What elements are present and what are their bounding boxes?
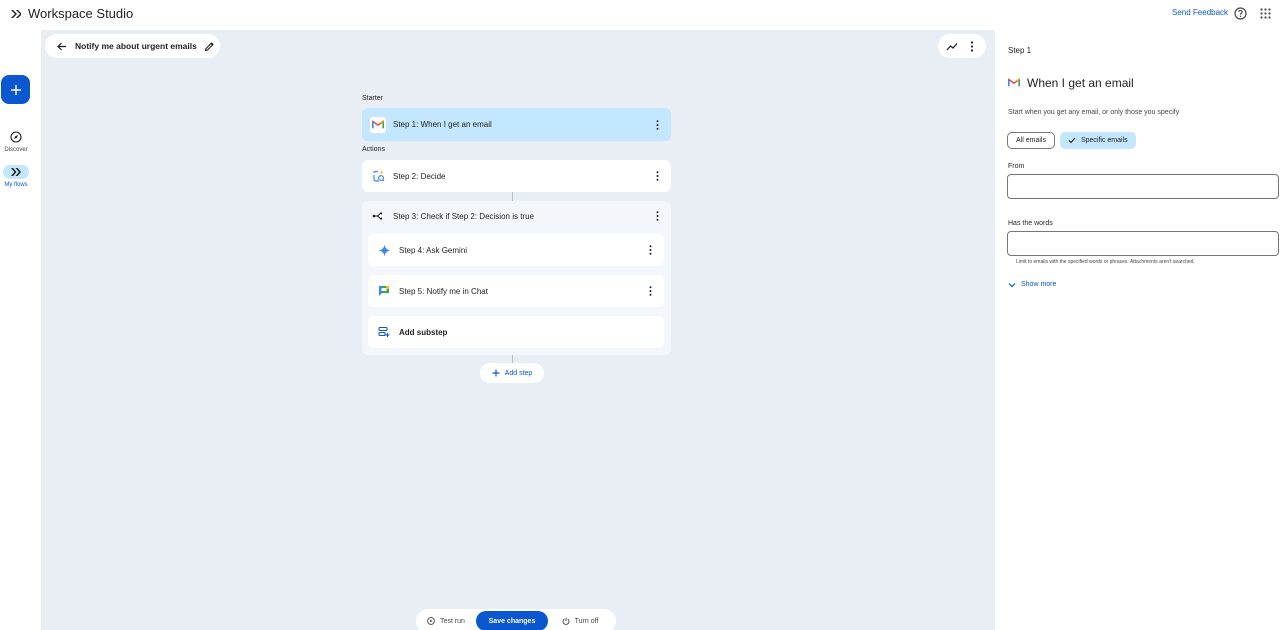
turn-off-button[interactable]: Turn off (548, 611, 612, 630)
all-emails-chip[interactable]: All emails (1007, 132, 1055, 149)
send-feedback-link[interactable]: Send Feedback (1172, 8, 1228, 17)
play-circle-icon (427, 617, 435, 625)
step-prefix: Step 3: (393, 211, 419, 221)
plus-icon (492, 369, 500, 377)
arrow-back-icon (56, 42, 66, 50)
help-icon[interactable] (1234, 7, 1247, 20)
add-substep-icon (376, 324, 392, 340)
step-label: Step 2: Decide (393, 172, 446, 181)
show-more-label: Show more (1021, 281, 1057, 288)
activity-chart-icon[interactable] (943, 37, 961, 55)
specific-emails-chip[interactable]: Specific emails (1059, 132, 1136, 149)
email-filter-chips: All emails Specific emails (1007, 132, 1136, 149)
step-details-panel: Step 1 When I get an email Start when yo… (996, 34, 1280, 630)
step-card-1[interactable]: Step 1: When I get an email (362, 108, 671, 141)
step-more-icon[interactable] (653, 119, 661, 131)
step-card-4[interactable]: Step 4: Ask Gemini (368, 234, 664, 266)
has-words-field[interactable] (1007, 231, 1279, 256)
power-icon (562, 617, 570, 625)
has-words-label: Has the words (1008, 220, 1053, 227)
add-step-label: Add step (504, 369, 533, 377)
rail-item-my-flows[interactable]: My flows (0, 165, 32, 188)
panel-trigger-header: When I get an email (1008, 76, 1134, 90)
step-more-icon[interactable] (653, 170, 661, 182)
panel-description: Start when you get any email, or only th… (1008, 109, 1180, 116)
bottom-action-bar: Test run Save changes Turn off (416, 609, 616, 630)
edit-pencil-icon[interactable] (204, 41, 215, 52)
rail-item-label: My flows (4, 182, 28, 188)
step-more-icon[interactable] (653, 210, 661, 222)
rail-item-discover[interactable]: Discover (0, 130, 32, 153)
step-text: Check if Step 2: Decision is true (420, 211, 534, 221)
google-chat-icon (376, 283, 392, 299)
navigation-rail: Discover My flows (0, 30, 41, 630)
has-words-help-text: Limit to emails with the specified words… (1016, 259, 1195, 265)
plus-icon (10, 84, 21, 95)
starter-section-label: Starter (362, 95, 384, 102)
flow-canvas: Notify me about urgent emails Starter St… (41, 30, 995, 630)
apps-grid-icon[interactable] (1260, 8, 1271, 19)
flow-title: Notify me about urgent emails (75, 41, 197, 51)
more-vert-icon[interactable] (963, 37, 981, 55)
chevron-down-icon (1008, 282, 1016, 287)
step-connector (512, 355, 513, 363)
show-more-button[interactable]: Show more (1008, 281, 1056, 288)
turn-off-label: Turn off (574, 617, 599, 625)
step-prefix: Step 5: (399, 286, 425, 296)
gmail-icon (370, 116, 386, 133)
add-step-button[interactable]: Add step (480, 363, 544, 383)
back-button[interactable] (49, 34, 73, 58)
from-label: From (1008, 163, 1025, 170)
compass-icon (10, 131, 22, 143)
branch-icon (370, 208, 386, 224)
panel-trigger-title: When I get an email (1027, 76, 1134, 90)
save-changes-button[interactable]: Save changes (476, 611, 548, 630)
step-card-2[interactable]: Step 2: Decide (362, 160, 671, 192)
test-run-button[interactable]: Test run (416, 611, 476, 630)
test-run-label: Test run (440, 617, 465, 625)
gemini-icon (376, 242, 392, 258)
add-substep-button[interactable]: Add substep (368, 316, 664, 348)
panel-step-label: Step 1 (1008, 46, 1032, 55)
step-card-3[interactable]: Step 3: Check if Step 2: Decision is tru… (362, 201, 671, 231)
step-prefix: Step 1: (393, 120, 419, 129)
step-prefix: Step 2: (393, 171, 419, 181)
step-text: Ask Gemini (426, 245, 468, 255)
step-text: Decide (420, 171, 446, 181)
step-more-icon[interactable] (646, 285, 654, 297)
step-prefix: Step 4: (399, 245, 425, 255)
step-text: When I get an email (420, 120, 492, 129)
flow-title-bar: Notify me about urgent emails (45, 34, 220, 58)
step-more-icon[interactable] (646, 244, 654, 256)
app-title: Workspace Studio (28, 6, 134, 21)
create-flow-button[interactable] (1, 75, 30, 104)
from-field[interactable] (1007, 174, 1279, 199)
top-app-bar: Workspace Studio Send Feedback (0, 0, 1280, 30)
decide-icon (370, 168, 386, 184)
rail-item-label: Discover (4, 147, 28, 153)
step-label: Step 1: When I get an email (393, 120, 492, 129)
gmail-icon (1008, 76, 1020, 90)
save-changes-label: Save changes (488, 617, 536, 625)
specific-emails-label: Specific emails (1080, 137, 1128, 144)
step-connector (512, 192, 513, 201)
step-label: Step 5: Notify me in Chat (399, 287, 488, 296)
step-label: Step 4: Ask Gemini (399, 246, 467, 255)
step-label: Step 3: Check if Step 2: Decision is tru… (393, 212, 534, 221)
step-text: Notify me in Chat (426, 286, 488, 296)
add-substep-label: Add substep (399, 327, 448, 337)
check-icon (1068, 137, 1076, 144)
flows-icon (11, 168, 21, 176)
actions-section-label: Actions (362, 146, 385, 153)
canvas-toolbar (938, 34, 986, 58)
workspace-studio-logo-icon (10, 8, 22, 20)
step-card-5[interactable]: Step 5: Notify me in Chat (368, 275, 664, 307)
